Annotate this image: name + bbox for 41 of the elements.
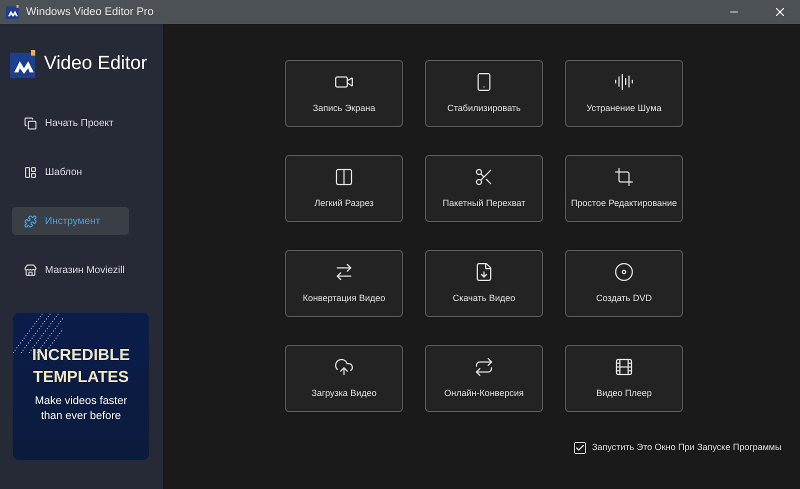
banner-title: INCREDIBLE	[32, 346, 130, 366]
tool-button[interactable]: Создать DVD	[565, 250, 683, 317]
tool-button[interactable]: Устранение Шума	[565, 60, 683, 127]
arrows-icon	[334, 262, 354, 282]
close-icon	[773, 5, 787, 19]
repeat-icon	[474, 356, 494, 377]
tool-button[interactable]: Онлайн-Конверсия	[425, 345, 543, 412]
sidebar-item[interactable]: Начать Проект	[12, 109, 129, 137]
tool-button[interactable]: Конвертация Видео	[285, 250, 403, 317]
file-icon	[474, 262, 494, 282]
tool-button[interactable]: Легкий Разрез	[285, 155, 403, 222]
tool-button[interactable]: Стабилизировать	[425, 60, 543, 127]
tool-button[interactable]: Запись Экрана	[285, 60, 403, 127]
sound-wave-icon	[614, 72, 634, 92]
sidebar-item[interactable]: Инструмент	[12, 207, 129, 235]
window-title: Windows Video Editor Pro	[26, 4, 154, 20]
disc-icon	[614, 262, 634, 282]
brand-name: Video Editor	[44, 52, 148, 76]
banner-title: TEMPLATES	[33, 368, 129, 388]
checkbox[interactable]	[574, 442, 586, 454]
sidebar-item[interactable]: Шаблон	[12, 158, 129, 186]
tool-button[interactable]: Пакетный Перехват	[425, 155, 543, 222]
logo-icon	[6, 5, 20, 19]
cloud-upload-icon	[334, 356, 354, 377]
tool-button[interactable]: Загрузка Видео	[285, 345, 403, 412]
checkbox-label: Запустить Это Окно При Запуске Программы	[592, 441, 782, 454]
split-panel-icon	[334, 166, 354, 187]
sidebar-item[interactable]: Магазин Moviezill	[12, 256, 129, 284]
tool-button[interactable]: Видео Плеер	[565, 345, 683, 412]
layout-icon	[24, 166, 37, 178]
scissors-icon	[474, 166, 494, 187]
crop-icon	[614, 166, 634, 187]
store-icon	[24, 264, 37, 276]
check-icon	[575, 442, 585, 453]
logo-icon	[10, 50, 38, 78]
puzzle-icon	[24, 214, 37, 228]
squares-icon	[24, 116, 37, 130]
tool-button[interactable]: Скачать Видео	[425, 250, 543, 317]
tool-button[interactable]: Простое Редактирование	[565, 155, 683, 222]
film-icon	[614, 356, 634, 377]
banner-subtitle: Make videos faster than ever before	[34, 394, 128, 424]
